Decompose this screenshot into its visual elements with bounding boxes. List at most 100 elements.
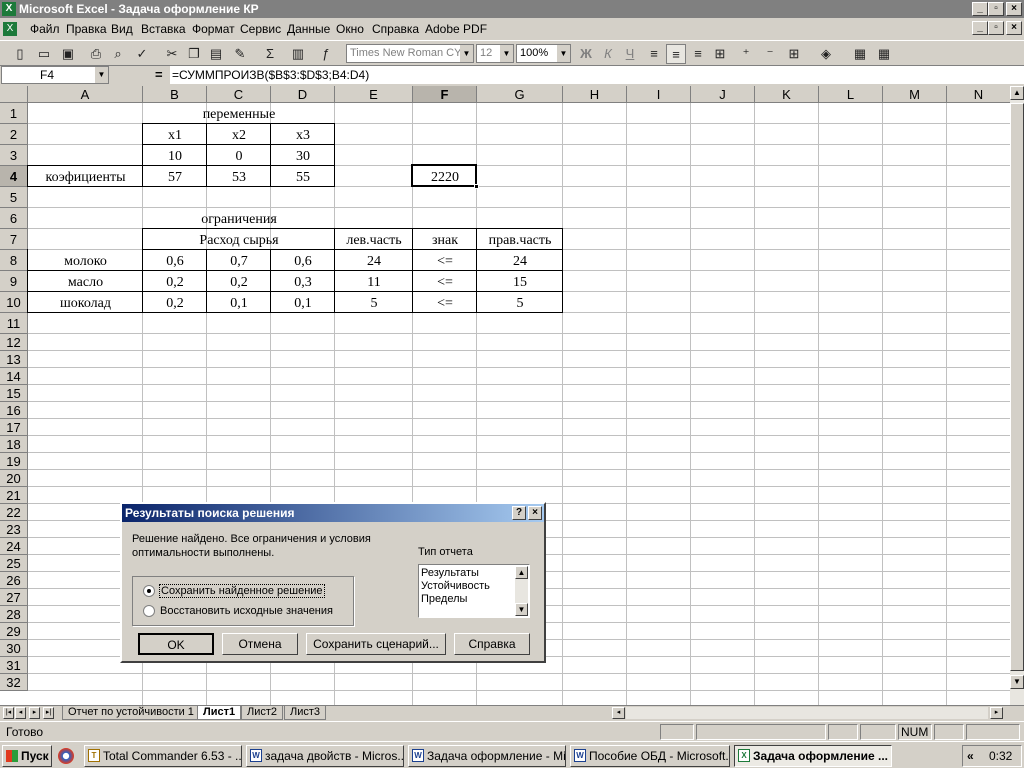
- hscroll-left-icon[interactable]: ◂: [612, 707, 625, 719]
- grid-icon[interactable]: ▦: [874, 44, 894, 64]
- row-header-23[interactable]: 23: [0, 521, 28, 538]
- ok-button[interactable]: OK: [138, 633, 214, 655]
- menu-edit[interactable]: Правка: [66, 18, 107, 40]
- cell-a4[interactable]: коэфициенты: [28, 166, 143, 187]
- row-header-12[interactable]: 12: [0, 334, 28, 351]
- prev-sheet-icon[interactable]: ◂: [15, 707, 26, 719]
- cell-e8[interactable]: 24: [335, 250, 413, 271]
- menu-file[interactable]: Файл: [30, 18, 60, 40]
- fill-handle[interactable]: [474, 184, 479, 189]
- doc-close-button[interactable]: ×: [1006, 21, 1022, 35]
- print-icon[interactable]: ⎙: [86, 44, 106, 64]
- new-icon[interactable]: ▯: [10, 44, 30, 64]
- menu-view[interactable]: Вид: [111, 18, 133, 40]
- cell-b9[interactable]: 0,2: [143, 271, 207, 292]
- start-button[interactable]: Пуск: [2, 745, 52, 767]
- row-header-19[interactable]: 19: [0, 453, 28, 470]
- scroll-down-icon[interactable]: ▼: [1010, 675, 1024, 689]
- cell-d9[interactable]: 0,3: [271, 271, 335, 292]
- minimize-button[interactable]: _: [972, 2, 988, 16]
- equals-icon[interactable]: =: [155, 66, 163, 84]
- row-header-29[interactable]: 29: [0, 623, 28, 640]
- row-header-8[interactable]: 8: [0, 250, 28, 271]
- menu-tools[interactable]: Сервис: [240, 18, 281, 40]
- cell-a10[interactable]: шоколад: [28, 292, 143, 313]
- row-header-17[interactable]: 17: [0, 419, 28, 436]
- row-header-32[interactable]: 32: [0, 674, 28, 691]
- chevron-down-icon[interactable]: ▼: [95, 67, 108, 83]
- cell-f7[interactable]: знак: [413, 229, 477, 250]
- list-scroll-up-icon[interactable]: ▲: [515, 566, 528, 579]
- column-header-h[interactable]: H: [563, 86, 627, 103]
- task-word-1[interactable]: W задача двойств - Micros...: [246, 745, 404, 767]
- cell-c3[interactable]: 0: [207, 145, 271, 166]
- open-icon[interactable]: ▭: [34, 44, 54, 64]
- column-header-j[interactable]: J: [691, 86, 755, 103]
- row-header-3[interactable]: 3: [0, 145, 28, 166]
- row-header-2[interactable]: 2: [0, 124, 28, 145]
- dialog-help-button[interactable]: ?: [512, 506, 526, 520]
- menu-data[interactable]: Данные: [287, 18, 330, 40]
- bold-icon[interactable]: Ж: [576, 44, 596, 64]
- radio-keep-solution[interactable]: [143, 585, 155, 597]
- tray-expand-icon[interactable]: «: [967, 746, 974, 766]
- zoom-box[interactable]: 100% ▼: [516, 44, 571, 63]
- cell-b10[interactable]: 0,2: [143, 292, 207, 313]
- browser-quicklaunch-icon[interactable]: [58, 748, 74, 764]
- column-header-i[interactable]: I: [627, 86, 691, 103]
- cell-b6[interactable]: ограничения: [143, 208, 335, 229]
- row-header-26[interactable]: 26: [0, 572, 28, 589]
- close-button[interactable]: ×: [1006, 2, 1022, 16]
- cell-e9[interactable]: 11: [335, 271, 413, 292]
- function-icon[interactable]: ƒ: [316, 44, 336, 64]
- row-header-21[interactable]: 21: [0, 487, 28, 504]
- borders-icon[interactable]: ⊞: [784, 44, 804, 64]
- cell-f8[interactable]: <=: [413, 250, 477, 271]
- cell-d10[interactable]: 0,1: [271, 292, 335, 313]
- row-header-25[interactable]: 25: [0, 555, 28, 572]
- workbook-icon[interactable]: X: [3, 22, 17, 36]
- cut-icon[interactable]: ✂: [162, 44, 182, 64]
- column-header-k[interactable]: K: [755, 86, 819, 103]
- cell-c8[interactable]: 0,7: [207, 250, 271, 271]
- italic-icon[interactable]: К: [598, 44, 618, 64]
- cell-c9[interactable]: 0,2: [207, 271, 271, 292]
- row-header-5[interactable]: 5: [0, 187, 28, 208]
- doc-minimize-button[interactable]: _: [972, 21, 988, 35]
- font-name-box[interactable]: Times New Roman CYR ▼: [346, 44, 474, 63]
- menu-insert[interactable]: Вставка: [141, 18, 186, 40]
- menu-window[interactable]: Окно: [336, 18, 364, 40]
- chevron-down-icon[interactable]: ▼: [500, 45, 513, 62]
- align-right-icon[interactable]: ≡: [688, 44, 708, 64]
- column-header-m[interactable]: M: [883, 86, 947, 103]
- report-type-list[interactable]: Результаты Устойчивость Пределы ▲ ▼: [418, 564, 530, 618]
- scroll-thumb[interactable]: [1010, 103, 1024, 671]
- increase-decimal-icon[interactable]: ⁺: [736, 44, 756, 64]
- first-sheet-icon[interactable]: |◂: [3, 707, 14, 719]
- cell-f9[interactable]: <=: [413, 271, 477, 292]
- save-icon[interactable]: ▣: [58, 44, 78, 64]
- active-cell-selection[interactable]: [411, 164, 477, 187]
- row-header-24[interactable]: 24: [0, 538, 28, 555]
- cell-g8[interactable]: 24: [477, 250, 563, 271]
- column-header-l[interactable]: L: [819, 86, 883, 103]
- cell-b4[interactable]: 57: [143, 166, 207, 187]
- autosum-icon[interactable]: Σ: [260, 44, 280, 64]
- row-header-15[interactable]: 15: [0, 385, 28, 402]
- tab-sheet2[interactable]: Лист2: [241, 706, 284, 720]
- horizontal-scrollbar[interactable]: [626, 707, 988, 719]
- row-header-9[interactable]: 9: [0, 271, 28, 292]
- radio-keep-label[interactable]: Сохранить найденное решение: [159, 584, 325, 598]
- cell-b1[interactable]: переменные: [143, 103, 335, 124]
- dialog-close-button[interactable]: ×: [528, 506, 542, 520]
- list-scroll-down-icon[interactable]: ▼: [515, 603, 528, 616]
- tab-sheet1[interactable]: Лист1: [197, 706, 242, 720]
- font-size-box[interactable]: 12 ▼: [476, 44, 514, 63]
- row-header-30[interactable]: 30: [0, 640, 28, 657]
- chevron-down-icon[interactable]: ▼: [460, 45, 473, 62]
- cell-c10[interactable]: 0,1: [207, 292, 271, 313]
- chevron-down-icon[interactable]: ▼: [557, 45, 570, 62]
- cell-a9[interactable]: масло: [28, 271, 143, 292]
- cell-c4[interactable]: 53: [207, 166, 271, 187]
- row-header-11[interactable]: 11: [0, 313, 28, 334]
